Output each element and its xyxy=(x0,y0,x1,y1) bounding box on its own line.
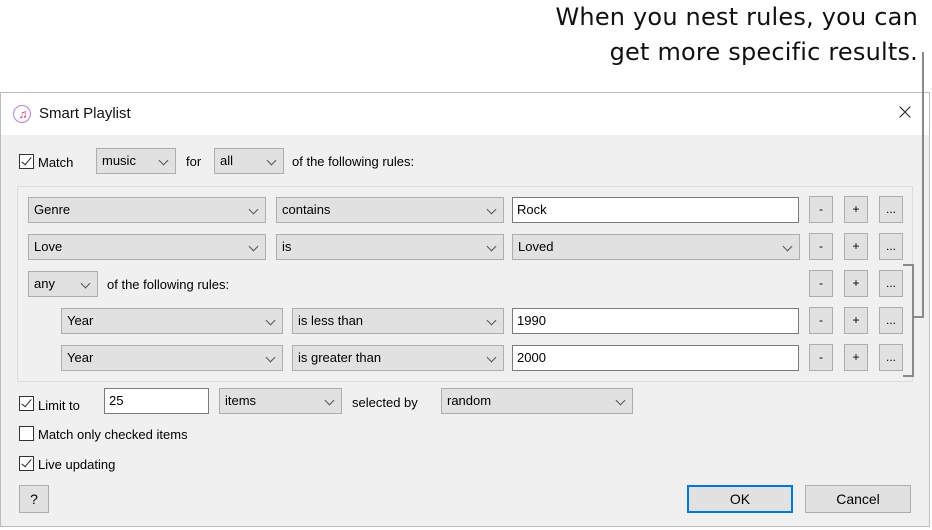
nested-rule-1-more-button[interactable]: ... xyxy=(879,307,903,334)
rule-1-add-button[interactable]: + xyxy=(844,196,868,223)
nested-rule-1-add-button[interactable]: + xyxy=(844,307,868,334)
rule-1-field-select[interactable]: Genre xyxy=(28,197,266,223)
nested-more-button[interactable]: ... xyxy=(879,270,903,297)
limit-unit-select[interactable]: items xyxy=(219,388,342,414)
nested-rule-2-value-input[interactable]: 2000 xyxy=(512,345,799,371)
chevron-down-icon xyxy=(158,155,169,166)
live-updating-label: Live updating xyxy=(38,457,116,472)
limit-checkbox[interactable] xyxy=(19,396,34,411)
callout-leader-line xyxy=(922,52,924,318)
nested-scope-value: any xyxy=(34,276,55,291)
rule-1-more-button[interactable]: ... xyxy=(879,196,903,223)
limit-label: Limit to xyxy=(38,398,80,413)
nested-rule-2-more-button[interactable]: ... xyxy=(879,344,903,371)
nested-rule-2-field-value: Year xyxy=(67,350,94,365)
match-kind-select[interactable]: music xyxy=(96,148,176,174)
chevron-down-icon xyxy=(486,352,497,363)
bracket-top-tick xyxy=(903,264,914,266)
rule-2-field-select[interactable]: Love xyxy=(28,234,266,260)
nested-rule-2-add-button[interactable]: + xyxy=(844,344,868,371)
rule-2-remove-button[interactable]: - xyxy=(809,233,833,260)
rule-2-more-button[interactable]: ... xyxy=(879,233,903,260)
ok-button[interactable]: OK xyxy=(687,485,793,513)
rule-1-operator-value: contains xyxy=(282,202,331,217)
rule-2-value-select[interactable]: Loved xyxy=(512,234,800,260)
chevron-down-icon xyxy=(486,241,497,252)
nested-scope-select[interactable]: any xyxy=(28,271,98,297)
chevron-down-icon xyxy=(486,315,497,326)
title-bar: ♫ Smart Playlist × xyxy=(1,93,929,135)
selected-by-value: random xyxy=(447,393,492,408)
chevron-down-icon xyxy=(80,278,91,289)
bracket-bottom-tick xyxy=(903,375,914,377)
limit-value-input[interactable]: 25 xyxy=(104,388,209,414)
cancel-button[interactable]: Cancel xyxy=(805,485,911,513)
rule-2-add-button[interactable]: + xyxy=(844,233,868,260)
chevron-down-icon xyxy=(782,241,793,252)
chevron-down-icon xyxy=(248,241,259,252)
match-only-checked-label: Match only checked items xyxy=(38,427,188,442)
match-scope-select[interactable]: all xyxy=(214,148,284,174)
match-kind-value: music xyxy=(102,153,136,168)
chevron-down-icon xyxy=(615,395,626,406)
nested-rule-2-remove-button[interactable]: - xyxy=(809,344,833,371)
help-button[interactable]: ? xyxy=(19,485,49,513)
chevron-down-icon xyxy=(265,315,276,326)
callout-line-1: When you nest rules, you can xyxy=(555,3,918,31)
rule-1-value-input[interactable]: Rock xyxy=(512,197,799,223)
nested-rule-2-field-select[interactable]: Year xyxy=(61,345,283,371)
dialog-title: Smart Playlist xyxy=(39,105,131,122)
nested-rule-2-operator-value: is greater than xyxy=(298,350,382,365)
nested-rule-2-operator-select[interactable]: is greater than xyxy=(292,345,504,371)
chevron-down-icon xyxy=(266,155,277,166)
nested-group-bracket xyxy=(912,264,914,377)
nested-rule-1-field-value: Year xyxy=(67,313,94,328)
nested-rule-1-field-select[interactable]: Year xyxy=(61,308,283,334)
nested-rule-1-operator-value: is less than xyxy=(298,313,364,328)
rule-2-field-value: Love xyxy=(34,239,63,254)
match-checkbox[interactable] xyxy=(19,154,34,169)
rule-2-operator-select[interactable]: is xyxy=(276,234,504,260)
rule-1-field-value: Genre xyxy=(34,202,71,217)
nested-rule-1-operator-select[interactable]: is less than xyxy=(292,308,504,334)
chevron-down-icon xyxy=(248,204,259,215)
rule-1-remove-button[interactable]: - xyxy=(809,196,833,223)
match-scope-value: all xyxy=(220,153,234,168)
rule-2-value: Loved xyxy=(518,239,554,254)
match-label: Match xyxy=(38,155,74,170)
music-note-icon: ♫ xyxy=(13,105,31,123)
callout-annotation: When you nest rules, you can get more sp… xyxy=(398,0,918,70)
callout-line-2: get more specific results. xyxy=(609,38,918,66)
close-button[interactable]: × xyxy=(893,101,917,125)
selected-by-select[interactable]: random xyxy=(441,388,633,414)
chevron-down-icon xyxy=(486,204,497,215)
selected-by-label: selected by xyxy=(352,395,418,410)
nested-remove-button[interactable]: - xyxy=(809,270,833,297)
match-only-checked-checkbox[interactable] xyxy=(19,426,34,441)
nested-add-button[interactable]: + xyxy=(844,270,868,297)
nested-rule-1-remove-button[interactable]: - xyxy=(809,307,833,334)
limit-unit-value: items xyxy=(225,393,257,408)
smart-playlist-dialog: ♫ Smart Playlist × Match music for all o… xyxy=(0,92,930,527)
rule-2-operator-value: is xyxy=(282,239,292,254)
for-label: for xyxy=(186,154,202,169)
match-suffix-label: of the following rules: xyxy=(292,154,415,169)
chevron-down-icon xyxy=(265,352,276,363)
chevron-down-icon xyxy=(324,395,335,406)
nested-suffix-label: of the following rules: xyxy=(107,277,230,292)
rule-1-operator-select[interactable]: contains xyxy=(276,197,504,223)
nested-rule-1-value-input[interactable]: 1990 xyxy=(512,308,799,334)
live-updating-checkbox[interactable] xyxy=(19,456,34,471)
